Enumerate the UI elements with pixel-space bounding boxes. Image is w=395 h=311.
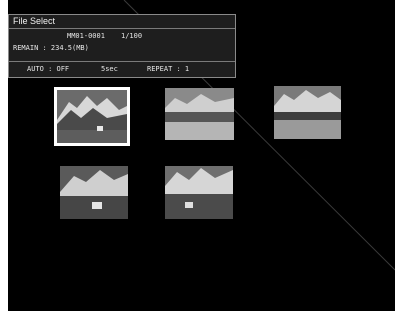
file-select-screen: File Select MM01-0001 1/100 REMAIN : 234…: [8, 0, 395, 311]
remaining-space: REMAIN : 234.5(MB): [13, 44, 89, 52]
playback-status: AUTO : OFF 5sec REPEAT : 1: [9, 63, 235, 77]
thumbnail-mountain-lake-2[interactable]: [274, 86, 341, 139]
thumbnail-mountain-village-1[interactable]: [54, 87, 130, 146]
thumbnail-mountain-lake-1[interactable]: [165, 88, 234, 140]
interval-setting[interactable]: 5sec: [101, 63, 118, 75]
thumbnail-mountain-village-3[interactable]: [165, 166, 233, 219]
repeat-setting[interactable]: REPEAT : 1: [147, 63, 189, 75]
thumbnail-mountain-village-2[interactable]: [60, 166, 128, 219]
file-select-panel: File Select MM01-0001 1/100 REMAIN : 234…: [8, 14, 236, 78]
file-name: MM01-0001: [67, 32, 105, 40]
file-info: MM01-0001 1/100 REMAIN : 234.5(MB): [9, 29, 235, 61]
panel-divider: [9, 61, 235, 62]
panel-title: File Select: [9, 15, 235, 29]
auto-setting[interactable]: AUTO : OFF: [27, 63, 69, 75]
file-index: 1/100: [121, 32, 143, 40]
